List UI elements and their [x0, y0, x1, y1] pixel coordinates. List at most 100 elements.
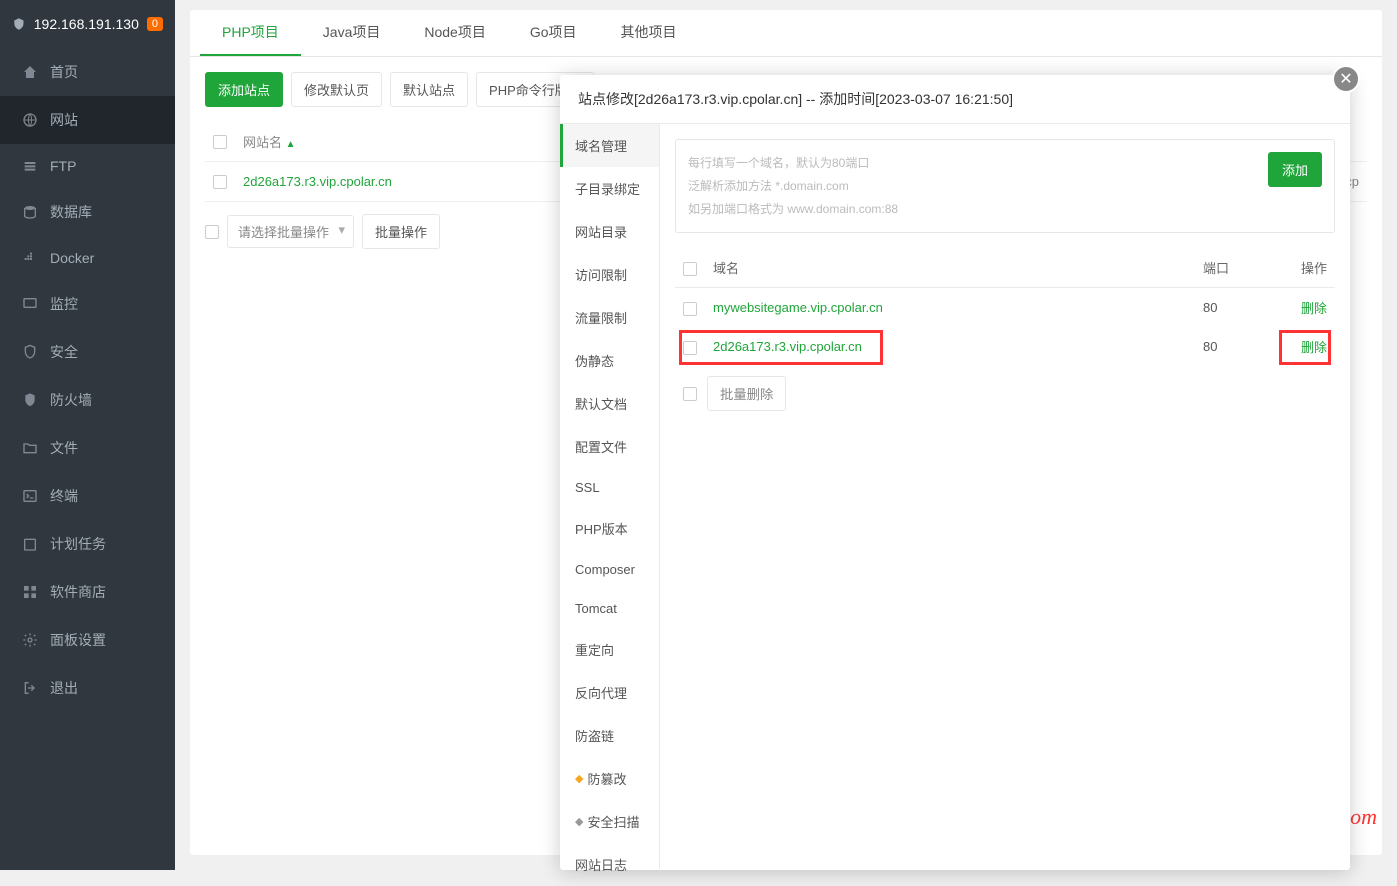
project-tabs: PHP项目Java项目Node项目Go项目其他项目 [190, 10, 1382, 57]
sidebar-header: 192.168.191.130 0 [0, 0, 175, 48]
modal-nav-网站目录[interactable]: 网站目录 [560, 210, 659, 253]
modal-nav-安全扫描[interactable]: ◆安全扫描 [560, 800, 659, 843]
batch-action-button[interactable]: 批量操作 [362, 214, 440, 249]
sidebar-item-label: 防火墙 [50, 390, 92, 410]
domain-row: mywebsitegame.vip.cpolar.cn 80 删除 [675, 288, 1335, 328]
select-all-checkbox[interactable] [213, 135, 227, 149]
delete-link[interactable]: 删除 [1301, 301, 1327, 316]
notification-badge[interactable]: 0 [147, 17, 163, 31]
modal-nav-配置文件[interactable]: 配置文件 [560, 425, 659, 468]
shield-icon [12, 15, 26, 33]
sidebar-item-label: FTP [50, 158, 76, 174]
domain-link[interactable]: mywebsitegame.vip.cpolar.cn [713, 300, 883, 315]
modal-nav-伪静态[interactable]: 伪静态 [560, 339, 659, 382]
sidebar-item-monitor[interactable]: 监控 [0, 280, 175, 328]
site-edit-modal: ✕ 站点修改[2d26a173.r3.vip.cpolar.cn] -- 添加时… [560, 75, 1350, 870]
sidebar-item-logout[interactable]: 退出 [0, 664, 175, 712]
site-name-link[interactable]: 2d26a173.r3.vip.cpolar.cn [243, 174, 392, 189]
modal-nav-子目录绑定[interactable]: 子目录绑定 [560, 167, 659, 210]
modal-content: 每行填写一个域名，默认为80端口 泛解析添加方法 *.domain.com 如另… [660, 124, 1350, 871]
sidebar-item-home[interactable]: 首页 [0, 48, 175, 96]
modal-nav-访问限制[interactable]: 访问限制 [560, 253, 659, 296]
database-icon [22, 204, 38, 220]
sidebar-item-apps[interactable]: 软件商店 [0, 568, 175, 616]
sidebar-item-settings[interactable]: 面板设置 [0, 616, 175, 664]
sidebar-item-label: 面板设置 [50, 630, 106, 650]
sidebar-item-ftp[interactable]: FTP [0, 144, 175, 188]
sidebar-item-label: 文件 [50, 438, 78, 458]
sidebar-item-label: 网站 [50, 110, 78, 130]
modal-nav-Composer[interactable]: Composer [560, 550, 659, 589]
row-checkbox[interactable] [213, 175, 227, 189]
modal-nav-网站日志[interactable]: 网站日志 [560, 843, 659, 886]
add-domain-button[interactable]: 添加 [1268, 152, 1322, 187]
globe-icon [22, 112, 38, 128]
sidebar-item-shield[interactable]: 安全 [0, 328, 175, 376]
batch-delete-row: 批量删除 [675, 366, 1335, 421]
tab-Go项目[interactable]: Go项目 [508, 10, 599, 56]
sidebar-item-label: 软件商店 [50, 582, 106, 602]
sidebar-item-label: 首页 [50, 62, 78, 82]
sidebar-item-label: 安全 [50, 342, 78, 362]
domain-input-hints: 每行填写一个域名，默认为80端口 泛解析添加方法 *.domain.com 如另… [688, 152, 898, 220]
logout-icon [22, 680, 38, 696]
domain-row-checkbox[interactable] [683, 341, 697, 355]
batch-delete-checkbox[interactable] [683, 387, 697, 401]
modal-nav-PHP版本[interactable]: PHP版本 [560, 507, 659, 550]
default-site-button[interactable]: 默认站点 [390, 72, 468, 107]
sidebar-item-label: 计划任务 [50, 534, 106, 554]
ftp-icon [22, 158, 38, 174]
tab-其他项目[interactable]: 其他项目 [599, 10, 699, 56]
tab-Node项目[interactable]: Node项目 [402, 10, 507, 56]
sidebar-item-folder[interactable]: 文件 [0, 424, 175, 472]
column-port: 端口 [1195, 248, 1275, 288]
sort-asc-icon: ▲ [286, 139, 296, 150]
batch-checkbox[interactable] [205, 225, 219, 239]
tab-Java项目[interactable]: Java项目 [301, 10, 403, 56]
server-ip: 192.168.191.130 [34, 16, 139, 32]
sidebar-item-firewall[interactable]: 防火墙 [0, 376, 175, 424]
domain-row: 2d26a173.r3.vip.cpolar.cn 80 删除 [675, 327, 1335, 366]
sidebar-item-docker[interactable]: Docker [0, 236, 175, 280]
modal-nav-Tomcat[interactable]: Tomcat [560, 589, 659, 628]
domain-row-checkbox[interactable] [683, 302, 697, 316]
column-domain: 域名 [705, 248, 1195, 288]
modal-nav: 域名管理子目录绑定网站目录访问限制流量限制伪静态默认文档配置文件SSLPHP版本… [560, 124, 660, 871]
sidebar-item-label: 退出 [50, 678, 78, 698]
domain-table: 域名 端口 操作 mywebsitegame.vip.cpolar.cn 80 … [675, 248, 1335, 366]
tab-PHP项目[interactable]: PHP项目 [200, 10, 301, 56]
sidebar-item-globe[interactable]: 网站 [0, 96, 175, 144]
domain-port: 80 [1195, 288, 1275, 328]
sidebar-item-schedule[interactable]: 计划任务 [0, 520, 175, 568]
settings-icon [22, 632, 38, 648]
edit-default-page-button[interactable]: 修改默认页 [291, 72, 382, 107]
modal-nav-防篡改[interactable]: ◆防篡改 [560, 757, 659, 800]
modal-nav-反向代理[interactable]: 反向代理 [560, 671, 659, 714]
modal-nav-流量限制[interactable]: 流量限制 [560, 296, 659, 339]
terminal-icon [22, 488, 38, 504]
sidebar-item-label: Docker [50, 250, 94, 266]
domain-port: 80 [1195, 327, 1275, 366]
schedule-icon [22, 536, 38, 552]
diamond-icon: ◆ [575, 815, 583, 828]
sidebar-item-label: 监控 [50, 294, 78, 314]
monitor-icon [22, 296, 38, 312]
modal-nav-SSL[interactable]: SSL [560, 468, 659, 507]
batch-select[interactable]: 请选择批量操作 [227, 215, 354, 248]
batch-delete-button[interactable]: 批量删除 [707, 376, 786, 411]
column-action: 操作 [1275, 248, 1335, 288]
sidebar-item-label: 数据库 [50, 202, 92, 222]
modal-nav-防盗链[interactable]: 防盗链 [560, 714, 659, 757]
domain-link[interactable]: 2d26a173.r3.vip.cpolar.cn [713, 339, 862, 354]
modal-nav-重定向[interactable]: 重定向 [560, 628, 659, 671]
sidebar-item-database[interactable]: 数据库 [0, 188, 175, 236]
domain-input-box: 每行填写一个域名，默认为80端口 泛解析添加方法 *.domain.com 如另… [675, 139, 1335, 233]
docker-icon [22, 250, 38, 266]
domain-select-all[interactable] [683, 262, 697, 276]
delete-link[interactable]: 删除 [1301, 340, 1327, 355]
sidebar-item-label: 终端 [50, 486, 78, 506]
modal-nav-默认文档[interactable]: 默认文档 [560, 382, 659, 425]
add-site-button[interactable]: 添加站点 [205, 72, 283, 107]
sidebar-item-terminal[interactable]: 终端 [0, 472, 175, 520]
modal-nav-域名管理[interactable]: 域名管理 [560, 124, 659, 167]
